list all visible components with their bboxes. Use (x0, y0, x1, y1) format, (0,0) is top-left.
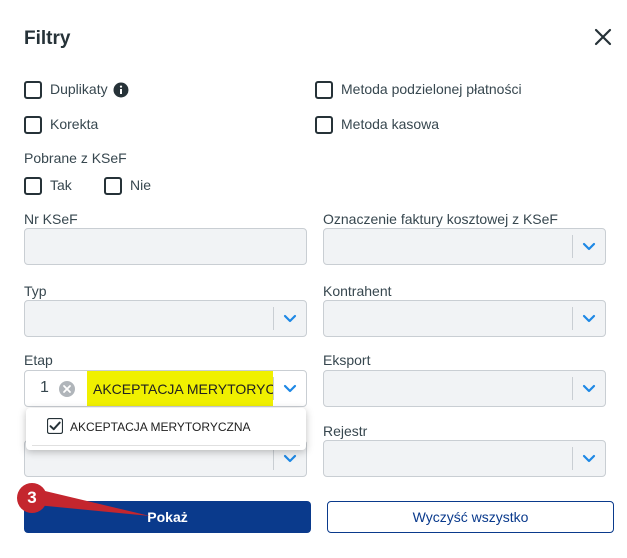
chevron-down-icon (581, 452, 597, 466)
chevron-down-icon (581, 240, 597, 254)
dropdown-option[interactable]: AKCEPTACJA MERYTORYCZNA (70, 420, 251, 434)
duplikaty-label: Duplikaty (50, 81, 108, 97)
chevron-down-icon (581, 312, 597, 326)
metoda-podzielonej-checkbox[interactable] (315, 81, 333, 99)
chevron-down-icon (282, 452, 298, 466)
tak-checkbox[interactable] (24, 177, 42, 195)
dialog-title: Filtry (24, 28, 71, 49)
rejestr-label: Rejestr (323, 423, 368, 439)
metoda-kasowa-checkbox[interactable] (315, 116, 333, 134)
chevron-down-icon (581, 382, 597, 396)
eksport-label: Eksport (323, 352, 371, 368)
typ-label: Typ (24, 283, 47, 299)
eksport-select[interactable] (323, 370, 606, 407)
option-checkbox-checked[interactable] (46, 417, 64, 435)
typ-select[interactable] (24, 300, 307, 337)
etap-label: Etap (24, 352, 53, 368)
kontrahent-select[interactable] (323, 300, 606, 337)
nie-label: Nie (130, 177, 152, 193)
info-icon[interactable] (113, 82, 129, 98)
step-badge: 3 (17, 483, 47, 513)
metoda-podzielonej-label: Metoda podzielonej płatności (341, 81, 522, 97)
tak-label: Tak (50, 177, 72, 193)
chevron-down-icon (282, 382, 298, 396)
chevron-down-icon (282, 312, 298, 326)
etap-selected-value[interactable]: AKCEPTACJA MERYTORYC... (87, 371, 273, 406)
nie-checkbox[interactable] (104, 177, 122, 195)
nr-ksef-label: Nr KSeF (24, 211, 78, 227)
etap-selected-count: 1 (40, 379, 49, 396)
rejestr-select[interactable] (323, 440, 606, 477)
kontrahent-label: Kontrahent (323, 283, 392, 299)
oznaczenie-select[interactable] (323, 228, 606, 265)
duplikaty-checkbox[interactable] (24, 81, 42, 99)
metoda-kasowa-label: Metoda kasowa (341, 116, 440, 132)
wyczysc-button[interactable]: Wyczyść wszystko (327, 501, 614, 533)
close-icon[interactable] (592, 26, 614, 48)
pobrane-label: Pobrane z KSeF (24, 150, 127, 166)
oznaczenie-label: Oznaczenie faktury kosztowej z KSeF (323, 211, 558, 227)
korekta-label: Korekta (50, 116, 99, 132)
clear-selection-icon[interactable] (59, 381, 75, 397)
nr-ksef-input[interactable] (24, 228, 307, 265)
etap-dropdown: AKCEPTACJA MERYTORYCZNA (26, 408, 306, 450)
korekta-checkbox[interactable] (24, 116, 42, 134)
dropdown-divider (32, 445, 300, 446)
